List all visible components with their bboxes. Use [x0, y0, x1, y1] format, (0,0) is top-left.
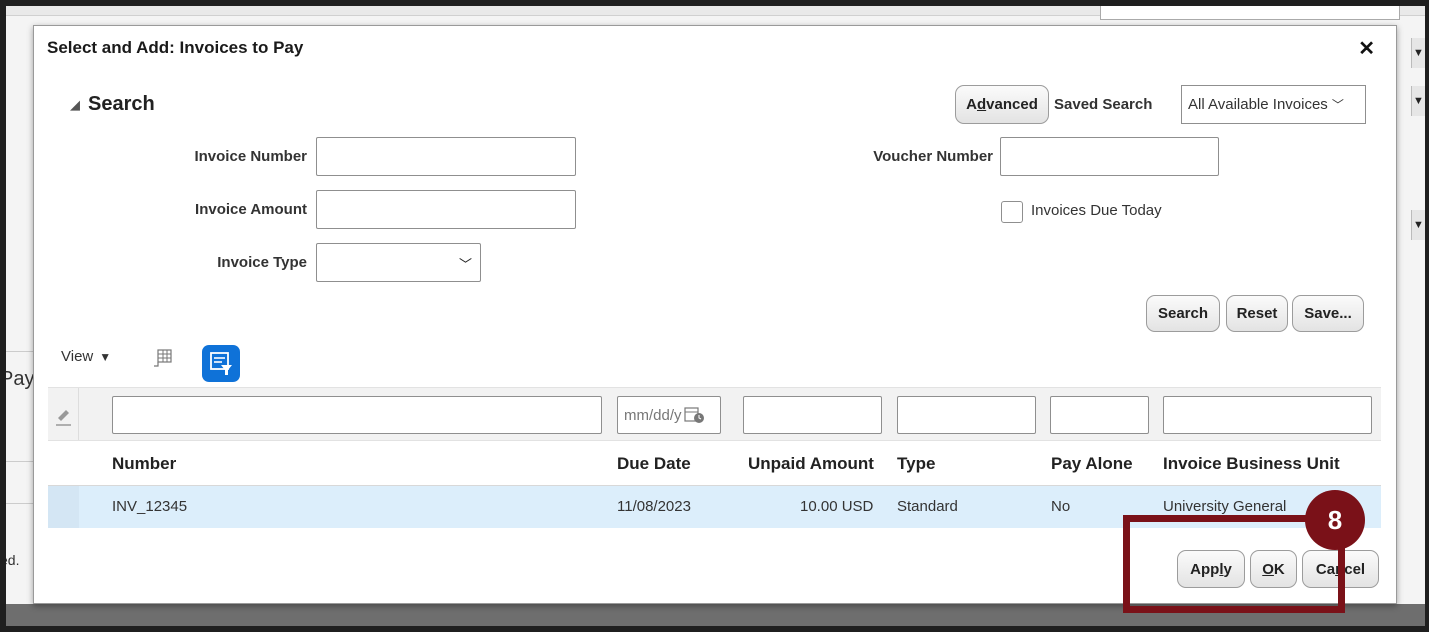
filter-row-header — [48, 388, 79, 440]
filter-due-date-input[interactable]: mm/dd/y — [617, 396, 721, 434]
invoice-number-label: Invoice Number — [194, 148, 307, 165]
background-top-field — [1100, 6, 1400, 20]
table-header-row: Number Due Date Unpaid Amount Type Pay A… — [48, 441, 1381, 486]
save-search-button[interactable]: Save... — [1292, 295, 1364, 332]
saved-search-value: All Available Invoices — [1188, 96, 1328, 113]
close-icon[interactable]: ✕ — [1358, 36, 1375, 61]
search-button[interactable]: Search — [1146, 295, 1220, 332]
cell-number: INV_12345 — [112, 498, 188, 515]
voucher-number-input[interactable] — [1000, 137, 1219, 176]
column-header-unpaid-amount[interactable]: Unpaid Amount — [748, 454, 874, 474]
chevron-down-icon: ﹀ — [458, 257, 472, 272]
view-menu-label: View — [61, 348, 94, 365]
background-divider — [6, 503, 36, 504]
background-label: Pay — [6, 368, 35, 390]
collapse-triangle-icon[interactable]: ◢ — [70, 97, 80, 113]
invoices-due-today-checkbox[interactable] — [1001, 201, 1023, 223]
filter-unpaid-amount-input[interactable] — [743, 396, 882, 434]
saved-search-label: Saved Search — [1054, 96, 1153, 113]
filter-number-input[interactable] — [112, 396, 602, 434]
query-by-example-icon[interactable] — [202, 345, 240, 382]
detach-table-icon[interactable] — [152, 348, 174, 368]
cell-unpaid-amount: 10.00 USD — [800, 498, 874, 515]
cell-pay-alone: No — [1051, 498, 1071, 515]
invoice-type-label: Invoice Type — [217, 254, 307, 271]
background-dropdown-arrow: ▼ — [1411, 38, 1425, 68]
table-filter-row: mm/dd/y — [48, 387, 1381, 441]
voucher-number-label: Voucher Number — [873, 148, 993, 165]
background-label: ed. — [6, 552, 20, 568]
invoice-number-input[interactable] — [316, 137, 576, 176]
invoice-amount-input[interactable] — [316, 190, 576, 229]
calendar-icon — [683, 407, 704, 423]
column-header-type[interactable]: Type — [897, 454, 935, 474]
search-section-header[interactable]: ◢ Search — [70, 93, 155, 116]
date-placeholder: mm/dd/y — [624, 406, 682, 424]
search-title: Search — [88, 93, 155, 115]
invoice-type-select[interactable]: ﹀ — [316, 243, 481, 282]
cell-type: Standard — [897, 498, 958, 515]
reset-button[interactable]: Reset — [1226, 295, 1288, 332]
filter-pay-alone-input[interactable] — [1050, 396, 1149, 434]
saved-search-select[interactable]: All Available Invoices ﹀ — [1181, 85, 1366, 124]
background-divider — [6, 351, 36, 352]
filter-business-unit-input[interactable] — [1163, 396, 1372, 434]
advanced-label-part: vanced — [986, 96, 1038, 113]
column-header-business-unit[interactable]: Invoice Business Unit — [1163, 454, 1340, 474]
row-header[interactable] — [48, 486, 79, 528]
view-menu-caret-icon: ▼ — [99, 349, 112, 364]
invoice-amount-label: Invoice Amount — [195, 201, 307, 218]
invoices-due-today-label: Invoices Due Today — [1031, 202, 1162, 219]
dialog-title: Select and Add: Invoices to Pay — [47, 38, 304, 57]
column-header-pay-alone[interactable]: Pay Alone — [1051, 454, 1133, 474]
cell-business-unit: University General — [1163, 498, 1287, 515]
advanced-label-part: A — [966, 96, 977, 113]
cell-due-date: 11/08/2023 — [617, 498, 691, 515]
filter-type-input[interactable] — [897, 396, 1036, 434]
step-number-badge: 8 — [1305, 490, 1365, 550]
chevron-down-icon: ﹀ — [1331, 98, 1344, 112]
advanced-label-key: d — [976, 96, 987, 113]
view-menu[interactable]: View ▼ — [61, 348, 111, 365]
background-divider — [6, 461, 36, 462]
column-header-number[interactable]: Number — [112, 454, 176, 474]
column-header-due-date[interactable]: Due Date — [617, 454, 691, 474]
cancel-label-part: cel — [1344, 560, 1366, 578]
clear-filter-icon — [56, 410, 71, 426]
advanced-button[interactable]: Ad vanced — [955, 85, 1049, 124]
background-dropdown-arrow: ▼ — [1411, 86, 1425, 116]
background-dropdown-arrow: ▼ — [1411, 210, 1425, 240]
